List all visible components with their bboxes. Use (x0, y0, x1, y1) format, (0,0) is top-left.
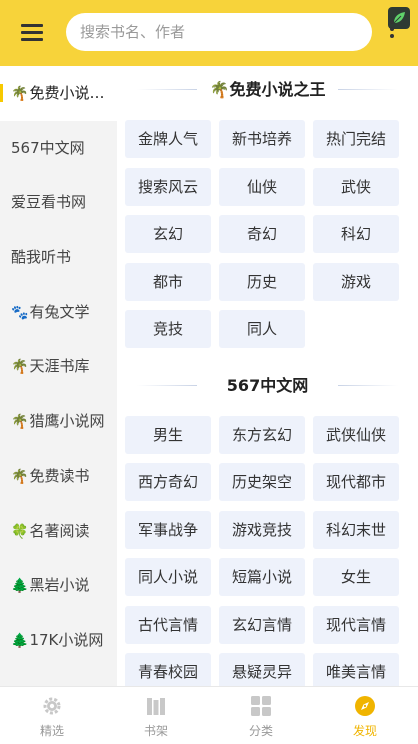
palm-tree-icon: 🌴 (209, 80, 230, 99)
category-tag[interactable]: 都市 (125, 262, 211, 301)
dog-icon: 🐾 (11, 304, 29, 321)
category-tag[interactable]: 女生 (313, 558, 399, 596)
category-tag[interactable]: 科幻 (313, 215, 399, 253)
category-tag[interactable]: 玄幻 (125, 215, 211, 253)
sidebar: 🌴免费小说… 567中文网 爱豆看书网 酷我听书 🐾有兔文学 🌴天涯书库 🌴猎鹰小说网 🌴免费… (0, 66, 117, 686)
section-title-text: 免费小说之王 (229, 80, 326, 99)
sidebar-item[interactable]: 爱豆看书网 (0, 175, 117, 230)
category-tag[interactable]: 悬疑灵异 (219, 653, 305, 686)
category-tag[interactable]: 奇幻 (219, 215, 305, 253)
sidebar-item-label: 猎鹰小说网 (29, 412, 105, 431)
category-tag[interactable]: 短篇小说 (219, 558, 305, 596)
category-tag[interactable]: 唯美言情 (313, 653, 399, 686)
tree-icon: 🌲 (11, 578, 29, 595)
title-divider-right (338, 89, 398, 90)
compass-icon (355, 696, 375, 716)
sidebar-item[interactable]: 🌴猎鹰小说网 (0, 394, 117, 449)
category-tag[interactable]: 历史 (219, 262, 305, 301)
category-tag[interactable]: 历史架空 (219, 463, 305, 501)
sidebar-item-label: 爱豆看书网 (11, 193, 87, 212)
category-tag[interactable]: 搜索风云 (125, 167, 211, 206)
search-input[interactable] (66, 13, 372, 51)
sidebar-item[interactable]: 🌲17K小说网 (0, 613, 117, 668)
category-tag[interactable]: 同人 (219, 310, 305, 348)
tab-discover[interactable]: 发现 (313, 687, 417, 744)
tab-category[interactable]: 分类 (209, 687, 313, 744)
sidebar-item[interactable]: 🌴免费读书 (0, 449, 117, 504)
category-tag[interactable]: 同人小说 (125, 558, 211, 596)
category-tag[interactable]: 现代言情 (313, 605, 399, 644)
clover-icon: 🍀 (11, 523, 29, 540)
sidebar-item-label: 免费小说… (29, 84, 105, 102)
palm-tree-icon: 🌴 (11, 414, 29, 431)
category-tag[interactable]: 新书培养 (219, 120, 305, 158)
tab-bookshelf[interactable]: 书架 (104, 687, 208, 744)
section-title-text: 567中文网 (226, 375, 309, 395)
bottom-tab-bar: 精选 书架 分类 发现 (0, 686, 418, 744)
category-tag[interactable]: 热门完结 (313, 120, 399, 158)
sidebar-item[interactable]: 🐾有兔文学 (0, 285, 117, 340)
category-tag[interactable]: 青春校园 (125, 653, 211, 686)
grid-icon (251, 696, 271, 716)
more-options-icon[interactable] (385, 20, 399, 46)
tab-label: 书架 (143, 724, 168, 738)
category-tag[interactable]: 西方奇幻 (125, 463, 211, 501)
tab-featured[interactable]: 精选 (0, 687, 104, 744)
category-tag[interactable]: 游戏 (313, 262, 399, 301)
title-divider-left (137, 89, 197, 90)
palm-tree-icon: 🌴 (11, 468, 29, 485)
category-panel: 🌴免费小说之王 金牌人气 新书培养 热门完结 搜索风云 仙侠 武侠 玄幻 奇幻 科幻 都市 历史 游戏竞… (117, 66, 418, 686)
tab-label: 分类 (248, 724, 273, 738)
gear-icon (43, 697, 61, 715)
sidebar-item-label: 免费读书 (29, 466, 90, 485)
category-tag[interactable]: 古代言情 (125, 605, 211, 644)
menu-icon[interactable] (21, 22, 45, 42)
category-tag[interactable]: 金牌人气 (125, 120, 211, 158)
tab-label: 精选 (39, 724, 64, 738)
sidebar-item-label: 酷我听书 (11, 248, 72, 267)
tree-icon: 🌲 (11, 632, 29, 649)
sidebar-item[interactable]: 🌲黑岩小说 (0, 558, 117, 613)
category-tag[interactable]: 仙侠 (219, 167, 305, 206)
title-divider-right (338, 384, 398, 386)
section-title: 567中文网 (117, 372, 418, 396)
sidebar-item-label: 有兔文学 (29, 302, 90, 321)
palm-tree-icon: 🌴 (11, 86, 29, 102)
app-header (0, 0, 418, 66)
category-tag[interactable]: 竞技 (125, 310, 211, 348)
section-title: 🌴免费小说之王 (117, 76, 418, 100)
category-tag[interactable]: 东方玄幻 (219, 415, 305, 454)
sidebar-item-label: 名著阅读 (29, 521, 90, 540)
category-tag[interactable]: 科幻末世 (313, 510, 399, 549)
sidebar-item[interactable]: 酷我听书 (0, 230, 117, 285)
palm-tree-icon: 🌴 (11, 359, 29, 376)
sidebar-item[interactable]: 567中文网 (0, 121, 117, 176)
sidebar-item[interactable]: 🍀名著阅读 (0, 504, 117, 559)
sidebar-item-label: 567中文网 (11, 138, 85, 157)
category-tag[interactable]: 武侠 (313, 167, 399, 206)
sidebar-item-label: 17K小说网 (29, 630, 104, 649)
category-tag[interactable]: 现代都市 (313, 463, 399, 501)
category-tag[interactable]: 军事战争 (125, 510, 211, 549)
category-tag[interactable]: 男生 (125, 415, 211, 454)
sidebar-item[interactable]: 🌴免费小说… (0, 66, 117, 121)
sidebar-item[interactable]: 🌴天涯书库 (0, 339, 117, 394)
category-tag[interactable]: 玄幻言情 (219, 605, 305, 644)
sidebar-item-label: 天涯书库 (29, 357, 90, 376)
category-tag[interactable]: 武侠仙侠 (313, 415, 399, 454)
category-tag[interactable]: 游戏竞技 (219, 510, 305, 549)
title-divider-left (137, 384, 197, 386)
bookshelf-icon (147, 698, 165, 715)
tab-label: 发现 (352, 724, 377, 738)
sidebar-item-label: 黑岩小说 (29, 576, 90, 595)
